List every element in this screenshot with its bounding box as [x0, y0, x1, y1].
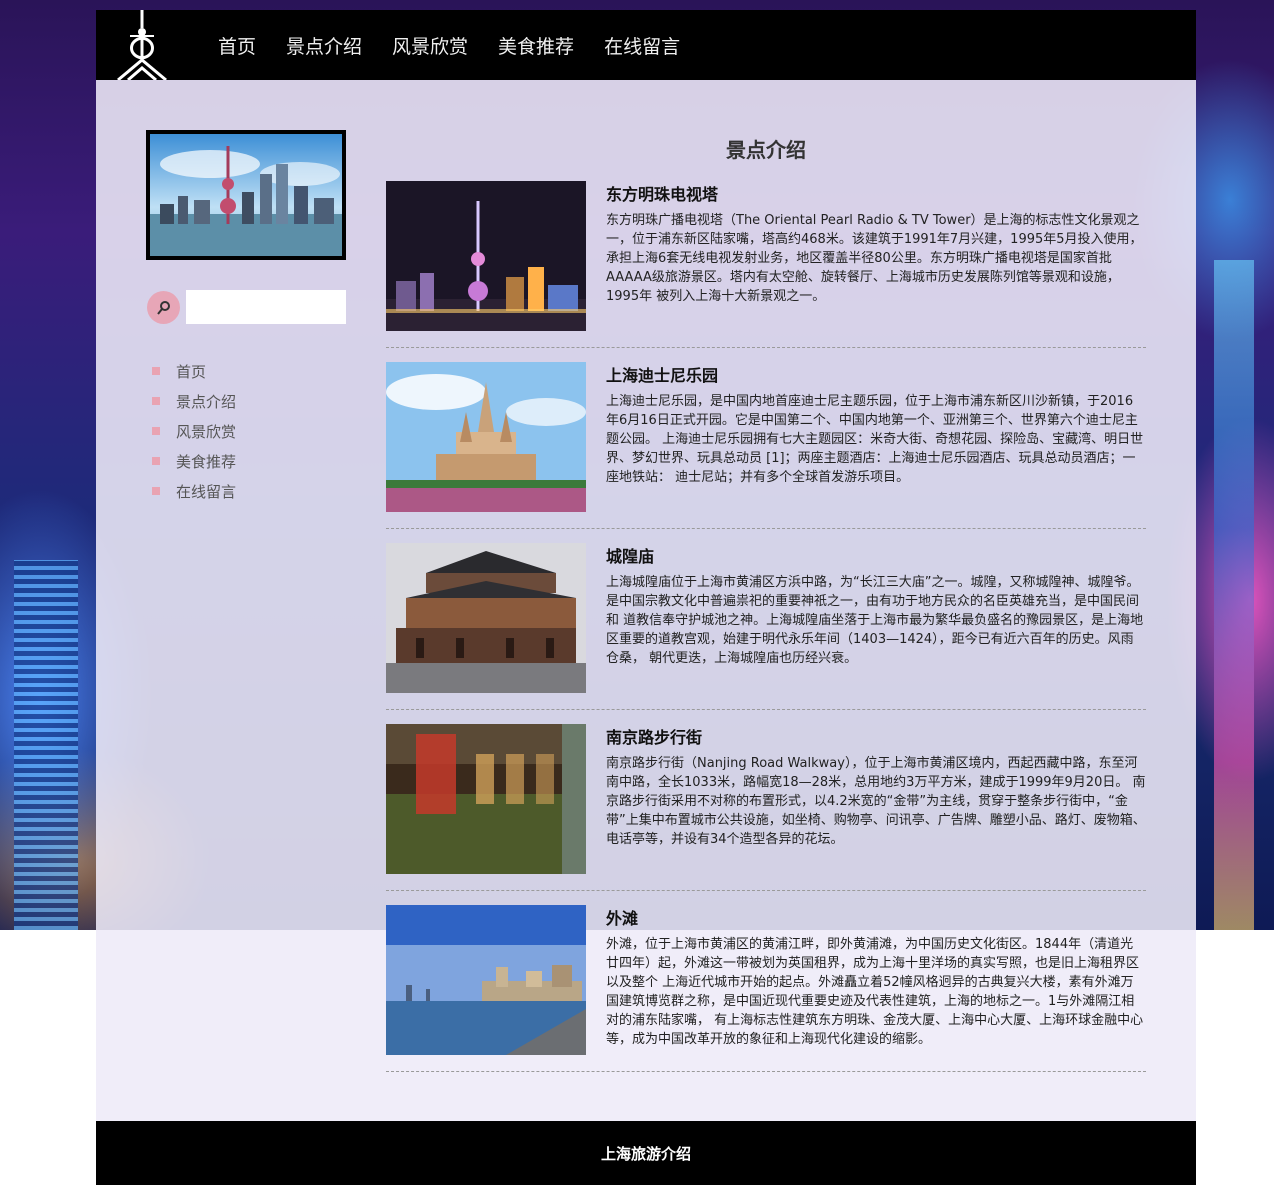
- bullet-icon: [152, 487, 160, 495]
- article-title[interactable]: 城隍庙: [606, 543, 654, 567]
- article-title[interactable]: 东方明珠电视塔: [606, 181, 718, 205]
- article-thumbnail[interactable]: [386, 724, 586, 874]
- background-building: [1214, 260, 1254, 930]
- article-item: 南京路步行街 南京路步行街（Nanjing Road Walkway），位于上海…: [386, 724, 1146, 891]
- bullet-icon: [152, 367, 160, 375]
- article-description: 东方明珠广播电视塔（The Oriental Pearl Radio & TV …: [606, 213, 1143, 304]
- article-description: 南京路步行街（Nanjing Road Walkway），位于上海市黄浦区境内，…: [606, 756, 1146, 847]
- sidebar-item-message[interactable]: 在线留言: [152, 476, 236, 506]
- sidebar-menu: 首页 景点介绍 风景欣赏 美食推荐 在线留言: [152, 356, 236, 506]
- search-input[interactable]: [186, 290, 346, 324]
- article-title[interactable]: 外滩: [606, 905, 638, 929]
- article-title[interactable]: 南京路步行街: [606, 724, 702, 748]
- nav-item-scenery[interactable]: 风景欣赏: [392, 32, 468, 59]
- article-item: 东方明珠电视塔 东方明珠广播电视塔（The Oriental Pearl Rad…: [386, 181, 1146, 348]
- sidebar-skyline-photo: [146, 130, 346, 260]
- article-description: 上海迪士尼乐园，是中国内地首座迪士尼主题乐园，位于上海市浦东新区川沙新镇，于20…: [606, 394, 1144, 485]
- nav-item-attractions[interactable]: 景点介绍: [286, 32, 362, 59]
- main-nav: 首页 景点介绍 风景欣赏 美食推荐 在线留言: [218, 10, 710, 80]
- bullet-icon: [152, 457, 160, 465]
- article-description: 上海城隍庙位于上海市黄浦区方浜中路，为“长江三大庙”之一。城隍，又称城隍神、城隍…: [606, 575, 1144, 666]
- footer: 上海旅游介绍: [96, 1121, 1196, 1185]
- top-nav-bar: 首页 景点介绍 风景欣赏 美食推荐 在线留言: [96, 10, 1196, 82]
- sidebar-item-home[interactable]: 首页: [152, 356, 236, 386]
- nav-item-message[interactable]: 在线留言: [604, 32, 680, 59]
- search-icon: [156, 300, 170, 315]
- page-container: 首页 景点介绍 风景欣赏 美食推荐 在线留言 首页 景点介绍 风景欣赏 美食推荐…: [96, 10, 1196, 1185]
- sidebar-item-scenery[interactable]: 风景欣赏: [152, 416, 236, 446]
- article-title[interactable]: 上海迪士尼乐园: [606, 362, 718, 386]
- search-button[interactable]: [147, 291, 180, 324]
- article-description: 外滩，位于上海市黄浦区的黄浦江畔，即外黄浦滩，为中国历史文化街区。1844年（清…: [606, 937, 1144, 1047]
- article-item: 外滩 外滩，位于上海市黄浦区的黄浦江畔，即外黄浦滩，为中国历史文化街区。1844…: [386, 905, 1146, 1072]
- footer-text: 上海旅游介绍: [600, 1144, 691, 1163]
- article-thumbnail[interactable]: [386, 905, 586, 1055]
- bullet-icon: [152, 427, 160, 435]
- logo-icon[interactable]: [114, 10, 170, 82]
- nav-item-home[interactable]: 首页: [218, 32, 256, 59]
- sidebar-item-food[interactable]: 美食推荐: [152, 446, 236, 476]
- article-thumbnail[interactable]: [386, 181, 586, 331]
- article-item: 上海迪士尼乐园 上海迪士尼乐园，是中国内地首座迪士尼主题乐园，位于上海市浦东新区…: [386, 362, 1146, 529]
- article-thumbnail[interactable]: [386, 543, 586, 693]
- page-title: 景点介绍: [726, 138, 806, 162]
- background-building: [14, 560, 78, 930]
- bullet-icon: [152, 397, 160, 405]
- article-item: 城隍庙 上海城隍庙位于上海市黄浦区方浜中路，为“长江三大庙”之一。城隍，又称城隍…: [386, 543, 1146, 710]
- sidebar-item-attractions[interactable]: 景点介绍: [152, 386, 236, 416]
- nav-item-food[interactable]: 美食推荐: [498, 32, 574, 59]
- article-thumbnail[interactable]: [386, 362, 586, 512]
